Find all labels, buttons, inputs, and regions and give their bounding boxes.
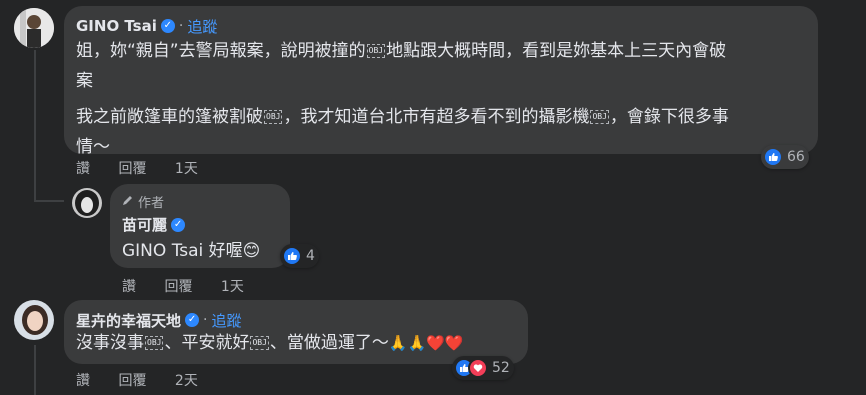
object-placeholder: OBJ xyxy=(366,44,386,58)
reply-button[interactable]: 回覆 xyxy=(118,373,146,389)
comment-actions: 讚 回覆 1天 xyxy=(76,158,222,178)
object-placeholder: OBJ xyxy=(145,336,164,350)
reply-actions: 讚 回覆 1天 xyxy=(122,276,268,296)
comment-actions: 讚 回覆 2天 xyxy=(76,370,222,390)
object-placeholder: OBJ xyxy=(590,110,609,124)
avatar[interactable] xyxy=(72,188,102,218)
separator-dot: · xyxy=(203,312,208,328)
text-segment: 沒事沒事 xyxy=(76,333,144,353)
comment-bubble: GINO Tsai ✓ · 追蹤 姐，妳“親自”去警局報案，說明被撞的 OBJ 地點… xyxy=(64,6,818,157)
object-placeholder: OBJ xyxy=(264,110,283,124)
like-reaction-icon xyxy=(282,246,302,266)
text-segment: 、當做過運了～ xyxy=(269,333,389,353)
thread-line xyxy=(34,50,36,202)
reaction-count: 4 xyxy=(306,248,315,264)
reply-button[interactable]: 回覆 xyxy=(164,279,192,295)
object-placeholder: OBJ xyxy=(250,336,269,350)
text-segment: ，會錄下很多事 xyxy=(609,107,729,127)
pen-icon xyxy=(122,194,134,210)
timestamp[interactable]: 1天 xyxy=(175,161,198,177)
text-segment: 、平安就好 xyxy=(164,333,250,353)
follow-link[interactable]: 追蹤 xyxy=(187,16,217,37)
mention-text: GINO Tsai 好喔 xyxy=(122,241,243,261)
comment-header: 星卉的幸福天地 ✓ · 追蹤 xyxy=(76,310,241,330)
emoji-sequence: 🙏🙏❤️❤️ xyxy=(388,334,464,352)
reaction-summary[interactable]: 52 xyxy=(452,356,514,380)
like-button[interactable]: 讚 xyxy=(122,279,136,295)
thread-line-lower xyxy=(34,345,36,395)
text-segment: 我之前敞篷車的篷被割破 xyxy=(76,107,263,127)
text-segment: 姐，妳“親自”去警局報案，說明被撞的 xyxy=(76,41,366,61)
avatar[interactable] xyxy=(14,8,54,48)
comment-text: 姐，妳“親自”去警局報案，說明被撞的 OBJ 地點跟大概時間，看到是妳基本上三天內會… xyxy=(76,36,811,162)
author-name[interactable]: GINO Tsai xyxy=(76,17,157,35)
author-tag: 作者 xyxy=(122,192,164,211)
thread-connector xyxy=(34,200,64,202)
comment-line: 姐，妳“親自”去警局報案，說明被撞的 OBJ 地點跟大概時間，看到是妳基本上三天內會… xyxy=(76,36,811,66)
author-tag-label: 作者 xyxy=(138,196,165,211)
separator-dot: · xyxy=(178,18,184,34)
reaction-count: 66 xyxy=(787,149,805,165)
verified-badge-icon: ✓ xyxy=(160,19,175,33)
comment-text: 沒事沒事 OBJ 、平安就好 OBJ 、當做過運了～🙏🙏❤️❤️ xyxy=(76,328,464,358)
reaction-summary[interactable]: 66 xyxy=(761,145,809,169)
timestamp[interactable]: 2天 xyxy=(175,373,198,389)
like-button[interactable]: 讚 xyxy=(76,373,90,389)
verified-badge-icon: ✓ xyxy=(171,217,186,232)
like-button[interactable]: 讚 xyxy=(76,161,90,177)
reaction-summary[interactable]: 4 xyxy=(280,244,319,268)
text-segment: 地點跟大概時間，看到是妳基本上三天內會破 xyxy=(386,41,727,61)
reply-text: GINO Tsai 好喔😊 xyxy=(122,236,260,266)
timestamp[interactable]: 1天 xyxy=(221,279,244,295)
reaction-count: 52 xyxy=(492,360,510,376)
love-reaction-icon xyxy=(468,358,488,378)
comment-line: 案 xyxy=(76,71,93,91)
comment-bubble: 星卉的幸福天地 ✓ · 追蹤 沒事沒事 OBJ 、平安就好 OBJ 、當做過運了～🙏🙏❤… xyxy=(64,300,528,364)
like-reaction-icon xyxy=(763,147,783,167)
comment-line: 我之前敞篷車的篷被割破 OBJ ，我才知道台北市有超多看不到的攝影機 OBJ ，會錄下很… xyxy=(76,102,811,132)
text-segment: ，我才知道台北市有超多看不到的攝影機 xyxy=(283,107,590,127)
author-name[interactable]: 苗可麗 xyxy=(122,214,167,235)
reply-bubble: 作者 苗可麗 ✓ GINO Tsai 好喔😊 xyxy=(110,184,290,268)
reply-button[interactable]: 回覆 xyxy=(118,161,146,177)
reply-header: 苗可麗 ✓ xyxy=(122,214,186,235)
avatar[interactable] xyxy=(14,300,54,340)
verified-badge-icon: ✓ xyxy=(185,313,200,327)
smile-emoji: 😊 xyxy=(242,241,261,261)
comment-header: GINO Tsai ✓ · 追蹤 xyxy=(76,16,217,36)
